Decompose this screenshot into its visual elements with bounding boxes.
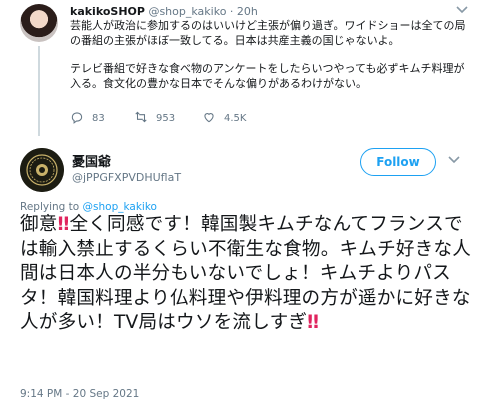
main-author-name[interactable]: 憂国爺 [72, 151, 111, 170]
replying-to: Replying to @shop_kakiko [20, 201, 157, 213]
like-action[interactable]: 4.5K [202, 110, 246, 127]
parent-tweet-header: kakikoSHOP @shop_kakiko · 20h [70, 5, 258, 18]
parent-tweet-actions: 83 953 4.5K [70, 110, 370, 126]
replying-to-handle[interactable]: @shop_kakiko [83, 201, 157, 213]
chevron-down-icon[interactable] [448, 153, 460, 167]
reply-count: 83 [92, 113, 105, 124]
replying-to-prefix: Replying to [20, 201, 80, 213]
chevron-down-icon[interactable] [456, 4, 468, 17]
retweet-icon [134, 110, 148, 127]
parent-tweet-paragraph-1: 芸能人が政治に参加するのはいいけど主張が偏り過ぎ。ワイドショーは全ての局の番組の… [70, 19, 466, 47]
main-tweet-timestamp[interactable]: 9:14 PM - 20 Sep 2021 [20, 388, 139, 400]
parent-tweet[interactable]: kakikoSHOP @shop_kakiko · 20h 芸能人が政治に参加す… [0, 0, 480, 136]
parent-author-name[interactable]: kakikoSHOP [70, 5, 145, 18]
thread-connector-line [38, 46, 40, 136]
tweet-thread: kakikoSHOP @shop_kakiko · 20h 芸能人が政治に参加す… [0, 0, 480, 410]
reply-action[interactable]: 83 [70, 110, 105, 127]
like-count: 4.5K [224, 113, 247, 124]
main-text-body: 全く同感です！韓国製キムチなんてフランスでは輸入禁止するくらい不衛生な食物。キム… [20, 214, 472, 333]
main-author-handle[interactable]: @jPPGFXPVDHUflaT [72, 171, 181, 184]
parent-avatar[interactable] [20, 4, 58, 42]
parent-header-separator: · [229, 5, 234, 18]
parent-author-handle[interactable]: @shop_kakiko [148, 5, 226, 18]
parent-tweet-time[interactable]: 20h [237, 5, 258, 18]
retweet-action[interactable]: 953 [134, 110, 175, 127]
parent-tweet-text: 芸能人が政治に参加するのはいいけど主張が偏り過ぎ。ワイドショーは全ての局の番組の… [70, 19, 472, 91]
reply-icon [70, 110, 84, 127]
double-exclamation-icon: ‼ [307, 312, 320, 333]
heart-icon [202, 110, 216, 127]
main-tweet-text: 御意‼全く同感です！韓国製キムチなんてフランスでは輸入禁止するくらい不衛生な食物… [20, 213, 472, 336]
double-exclamation-icon: ‼ [57, 214, 70, 235]
chrysanthemum-crest-icon [20, 148, 64, 192]
retweet-count: 953 [156, 113, 176, 124]
main-text-opening: 御意 [20, 214, 58, 235]
parent-tweet-paragraph-2: テレビ番組で好きな食べ物のアンケートをしたらいつやっても必ずキムチ料理が入る。食… [70, 62, 465, 90]
follow-button[interactable]: Follow [360, 148, 436, 176]
main-avatar[interactable] [20, 148, 64, 192]
